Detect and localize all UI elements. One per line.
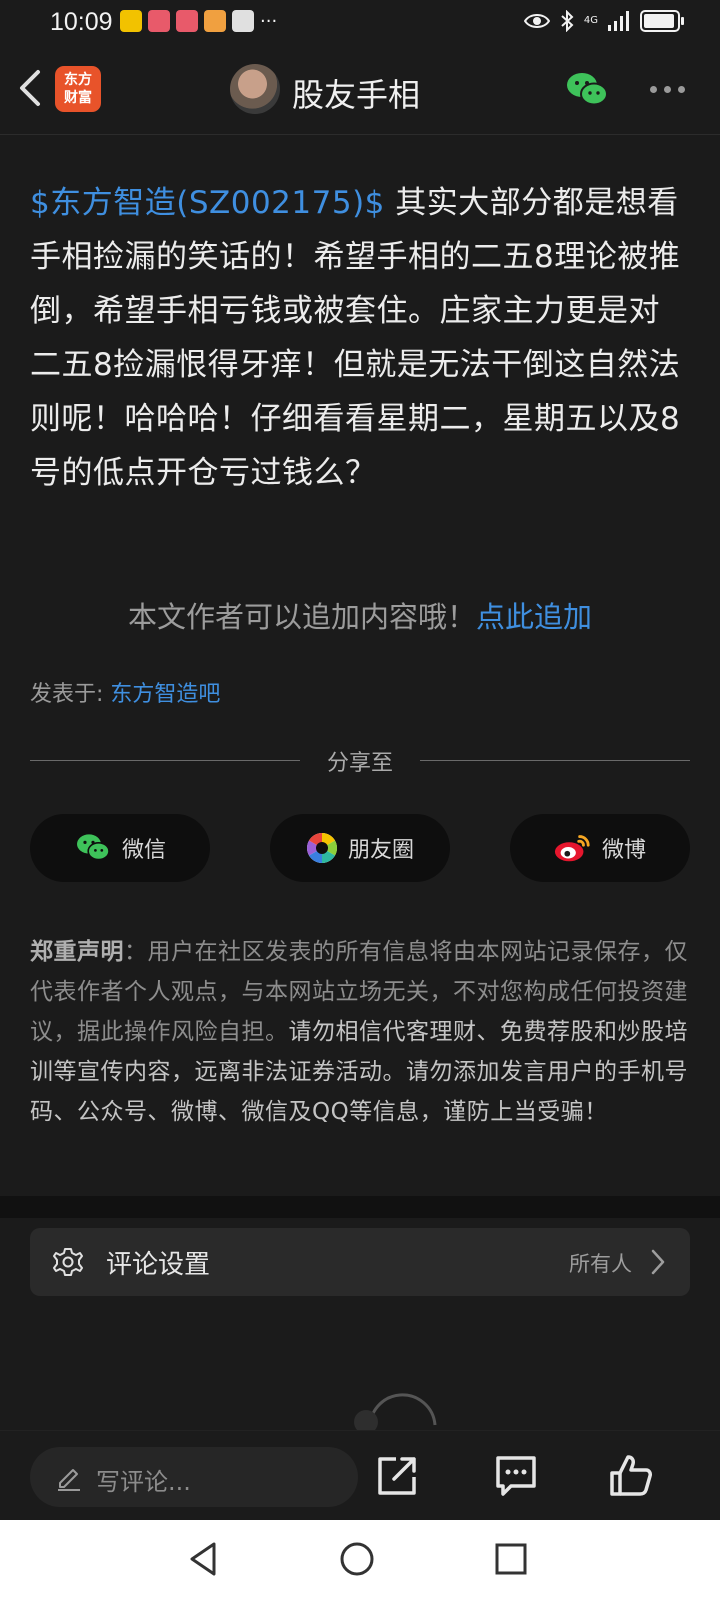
signal-icon <box>608 11 629 31</box>
avatar[interactable] <box>230 64 280 114</box>
section-separator <box>0 1196 720 1218</box>
comment-settings-row[interactable]: 评论设置 所有人 <box>30 1228 690 1296</box>
system-nav-bar <box>0 1520 720 1600</box>
append-prompt: 本文作者可以追加内容哦！点此追加 <box>0 594 720 636</box>
nav-back-icon[interactable] <box>186 1540 220 1578</box>
page-title[interactable]: 股友手相 <box>292 70 420 116</box>
news-notification-icon <box>232 10 254 32</box>
share-wechat-label: 微信 <box>121 838 166 863</box>
status-bar: 10:09 ··· 4G <box>0 0 720 46</box>
pencil-icon <box>58 1469 80 1491</box>
post-body: $东方智造(SZ002175)$ 其实大部分都是想看手相捡漏的笑话的！希望手相的… <box>30 176 690 500</box>
share-moments-label: 朋友圈 <box>347 838 414 863</box>
wechat-icon <box>76 834 110 861</box>
mail-notification-icon <box>176 10 198 32</box>
mail-notification-icon <box>148 10 170 32</box>
comment-icon[interactable] <box>493 1453 539 1499</box>
loading-illustration <box>354 1393 437 1430</box>
share-divider: 分享至 <box>30 745 690 776</box>
disclaimer: 郑重声明：用户在社区发表的所有信息将由本网站记录保存，仅代表作者个人观点，与本网… <box>30 932 692 1132</box>
back-icon[interactable] <box>12 66 52 110</box>
more-icon[interactable] <box>650 86 685 93</box>
network-type: 4G <box>583 15 598 26</box>
gear-icon <box>53 1248 83 1276</box>
share-moments-button[interactable]: 朋友圈 <box>270 814 450 882</box>
comment-placeholder: 写评论... <box>96 1468 191 1496</box>
post-text: 其实大部分都是想看手相捡漏的笑话的！希望手相的二五8理论被推倒，希望手相亏钱或被… <box>30 185 681 491</box>
share-weibo-label: 微博 <box>601 838 646 863</box>
app-logo[interactable]: 东方 财富 <box>55 66 101 112</box>
nav-recents-icon[interactable] <box>494 1540 528 1578</box>
app-logo-line1: 东方 <box>64 72 92 88</box>
forum-link[interactable]: 东方智造吧 <box>110 682 220 707</box>
eye-icon <box>523 14 550 28</box>
battery-icon <box>640 10 684 32</box>
stock-tag-link[interactable]: $东方智造(SZ002175)$ <box>30 185 385 221</box>
comment-input[interactable]: 写评论... <box>30 1447 358 1507</box>
moments-icon <box>306 833 337 863</box>
app-logo-line2: 财富 <box>64 90 92 106</box>
status-time: 10:09 <box>50 8 113 36</box>
bluetooth-icon <box>561 10 574 32</box>
app-notification-icon <box>204 10 226 32</box>
disclaimer-colon: ： <box>124 939 148 965</box>
share-label: 分享至 <box>326 751 393 776</box>
chevron-right-icon <box>651 1249 665 1275</box>
weibo-notification-icon <box>120 10 142 32</box>
share-icon[interactable] <box>374 1453 420 1499</box>
bottom-action-bar: 写评论... <box>0 1430 720 1521</box>
share-weibo-button[interactable]: 微博 <box>510 814 690 882</box>
like-icon[interactable] <box>608 1453 654 1499</box>
comment-settings-label: 评论设置 <box>106 1250 211 1280</box>
weibo-icon <box>554 835 590 862</box>
posted-in: 发表于: 东方智造吧 <box>30 676 220 708</box>
append-text: 本文作者可以追加内容哦！ <box>127 600 476 634</box>
comment-settings-value: 所有人 <box>569 1252 632 1276</box>
notification-icons: ··· <box>120 10 277 32</box>
append-link[interactable]: 点此追加 <box>476 600 592 634</box>
disclaimer-label: 郑重声明 <box>30 939 124 965</box>
posted-in-label: 发表于: <box>30 682 111 707</box>
nav-home-icon[interactable] <box>338 1540 376 1578</box>
share-wechat-button[interactable]: 微信 <box>30 814 210 882</box>
status-right: 4G <box>523 10 684 32</box>
wechat-icon[interactable] <box>565 70 609 110</box>
header: 东方 财富 股友手相 <box>0 46 720 135</box>
more-notifications: ··· <box>260 10 278 32</box>
